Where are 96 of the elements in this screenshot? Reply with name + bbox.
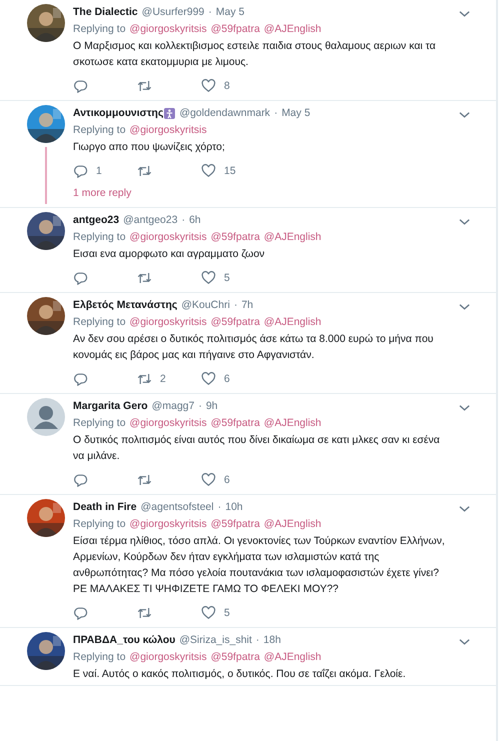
replying-label: Replying to: [73, 22, 126, 37]
user-name[interactable]: antgeo23: [73, 212, 120, 229]
replying-label: Replying to: [73, 517, 126, 532]
heart-icon[interactable]: [201, 79, 216, 93]
heart-icon[interactable]: [201, 606, 216, 620]
replying-label: Replying to: [73, 315, 126, 330]
tweet-text: Γιωργο απο που ψωνίζεις χόρτο;: [73, 140, 226, 155]
mention-link[interactable]: @giorgoskyritsis: [130, 415, 207, 432]
action-count: 15: [224, 165, 236, 177]
reply-icon[interactable]: [73, 164, 88, 178]
retweet-icon[interactable]: [137, 79, 152, 93]
heart-icon[interactable]: [201, 473, 216, 487]
mention-link[interactable]: @59fpatra: [210, 415, 260, 432]
tweet-text: Εισαι ενα αμορφωτο και αγραμματο ζωον: [73, 247, 266, 262]
heart-icon[interactable]: [201, 271, 216, 285]
action-count: 6: [224, 474, 230, 486]
mention-link[interactable]: @giorgoskyritsis: [130, 122, 207, 139]
mention-link[interactable]: @AJEnglish: [264, 415, 322, 432]
user-name[interactable]: The Dialectic: [73, 4, 138, 21]
chevron-down-icon[interactable]: [459, 10, 470, 18]
user-name[interactable]: ΠΡΑΒΔΑ_του κώλου: [73, 632, 176, 649]
user-name[interactable]: Ελβετός Μετανάστης: [73, 297, 178, 314]
tweet-time[interactable]: 7h: [241, 297, 254, 314]
chevron-down-icon[interactable]: [459, 111, 470, 119]
chevron-down-icon[interactable]: [459, 638, 470, 646]
mention-link[interactable]: @AJEnglish: [264, 516, 322, 533]
user-name[interactable]: Αντικομμουνιστης: [73, 105, 164, 122]
retweet-icon[interactable]: [137, 271, 152, 285]
replying-label: Replying to: [73, 230, 126, 245]
mention-link[interactable]: @giorgoskyritsis: [130, 649, 207, 666]
mention-link[interactable]: @59fpatra: [210, 21, 260, 38]
mention-link[interactable]: @59fpatra: [210, 649, 260, 666]
user-handle[interactable]: @goldendawnmark: [179, 105, 270, 122]
heart-icon[interactable]: [201, 164, 216, 178]
action-count: 1: [96, 165, 102, 177]
chevron-down-icon[interactable]: [459, 404, 470, 412]
tweet-time[interactable]: 10h: [225, 499, 243, 516]
tweet-time[interactable]: May 5: [216, 4, 244, 21]
action-count: 8: [224, 80, 230, 92]
tweet-time[interactable]: 9h: [206, 398, 218, 415]
reply-icon[interactable]: [73, 606, 88, 620]
separator-dot: ·: [234, 298, 238, 313]
user-handle[interactable]: @antgeo23: [123, 212, 178, 229]
tweet-time[interactable]: May 5: [282, 105, 310, 122]
mention-link[interactable]: @giorgoskyritsis: [130, 314, 207, 331]
user-handle[interactable]: @KouChri: [181, 297, 230, 314]
mention-link[interactable]: @giorgoskyritsis: [130, 229, 207, 246]
retweet-icon[interactable]: [137, 606, 152, 620]
user-handle[interactable]: @Siriza_is_shit: [179, 632, 252, 649]
user-name[interactable]: Death in Fire: [73, 499, 137, 516]
mention-link[interactable]: @AJEnglish: [264, 21, 322, 38]
tweet-text: Ε ναί. Αυτός ο κακός πολιτισμός, ο δυτικός. Που σε ταΐζει ακόμα. Γελοίε.: [73, 667, 407, 682]
reply-icon[interactable]: [73, 271, 88, 285]
user-handle[interactable]: @agentsofsteel: [140, 499, 214, 516]
heart-icon[interactable]: [201, 372, 216, 386]
separator-dot: ·: [218, 500, 222, 515]
action-count: 5: [224, 607, 230, 619]
mention-link[interactable]: @59fpatra: [210, 229, 260, 246]
chevron-down-icon[interactable]: [459, 303, 470, 311]
mention-link[interactable]: @59fpatra: [210, 516, 260, 533]
tweet-time[interactable]: 18h: [263, 632, 281, 649]
separator-dot: ·: [274, 106, 278, 121]
mention-link[interactable]: @AJEnglish: [264, 314, 322, 331]
mention-link[interactable]: @59fpatra: [210, 314, 260, 331]
mention-link[interactable]: @giorgoskyritsis: [130, 516, 207, 533]
action-count: 6: [224, 373, 230, 385]
separator-dot: ·: [182, 213, 186, 228]
user-handle[interactable]: @magg7: [152, 398, 194, 415]
retweet-icon[interactable]: [137, 164, 152, 178]
tweet-time[interactable]: 6h: [189, 212, 201, 229]
reply-icon[interactable]: [73, 473, 88, 487]
tweet-text: Αν δεν σου αρέσει ο δυτικός πολιτισμός άσε κάτω τα 8.000 ευρώ το μήνα που κονομάς εις βάρος μας και πήγαινε στο Αφγανιστάν.: [73, 332, 434, 363]
separator-dot: ·: [208, 5, 212, 20]
more-replies-link[interactable]: 1 more reply: [73, 184, 453, 202]
action-count: 2: [160, 373, 166, 385]
tweet-text: Είσαι τέρμα ηλίθιος, τόσο απλά. Οι γενοκτονίες των Τούρκων εναντίον Ελλήνων, Αρμενίων, Κούρδων δεν ήταν εγκλήματα των ισλαμιστών κατά της ανθρωπότητας? Μα πόσο γελοία πουτανάκια των ισλαμοφασιστών έχετε γίνει? ΡΕ ΜΑΛΑΚΕΣ ΤΙ ΨΗΦΙΖΕΤΕ ΓΑΜΩ ΤΟ ΦΕΛΕΚΙ ΜΟΥ??: [73, 534, 446, 597]
tweet-text: Ο δυτικός πολιτισμός είναι αυτός που δίνει δικαίωμα σε κατι μλκες σαν κι εσένα να μιλάνε.: [73, 433, 441, 464]
tweet-text: Ο Μαρξισμος και κολλεκτιβισμος εστειλε παιδια στους θαλαμους αεριων και τα σκοτωσε κατα εκατομμυρια με λιμους.: [73, 39, 437, 70]
reply-icon[interactable]: [73, 79, 88, 93]
replying-label: Replying to: [73, 650, 126, 665]
thread-line: [45, 147, 47, 204]
mention-link[interactable]: @giorgoskyritsis: [130, 21, 207, 38]
mention-link[interactable]: @AJEnglish: [264, 229, 322, 246]
replying-label: Replying to: [73, 416, 126, 431]
user-handle[interactable]: @Usurfer999: [142, 4, 204, 21]
action-count: 5: [224, 272, 230, 284]
chevron-down-icon[interactable]: [459, 505, 470, 513]
user-name[interactable]: Margarita Gero: [73, 398, 148, 415]
reply-icon[interactable]: [73, 372, 88, 386]
retweet-icon[interactable]: [137, 372, 152, 386]
separator-dot: ·: [198, 399, 202, 414]
separator-dot: ·: [256, 633, 260, 648]
replying-label: Replying to: [73, 123, 126, 138]
chevron-down-icon[interactable]: [459, 218, 470, 226]
retweet-icon[interactable]: [137, 473, 152, 487]
mention-link[interactable]: @AJEnglish: [264, 649, 322, 666]
